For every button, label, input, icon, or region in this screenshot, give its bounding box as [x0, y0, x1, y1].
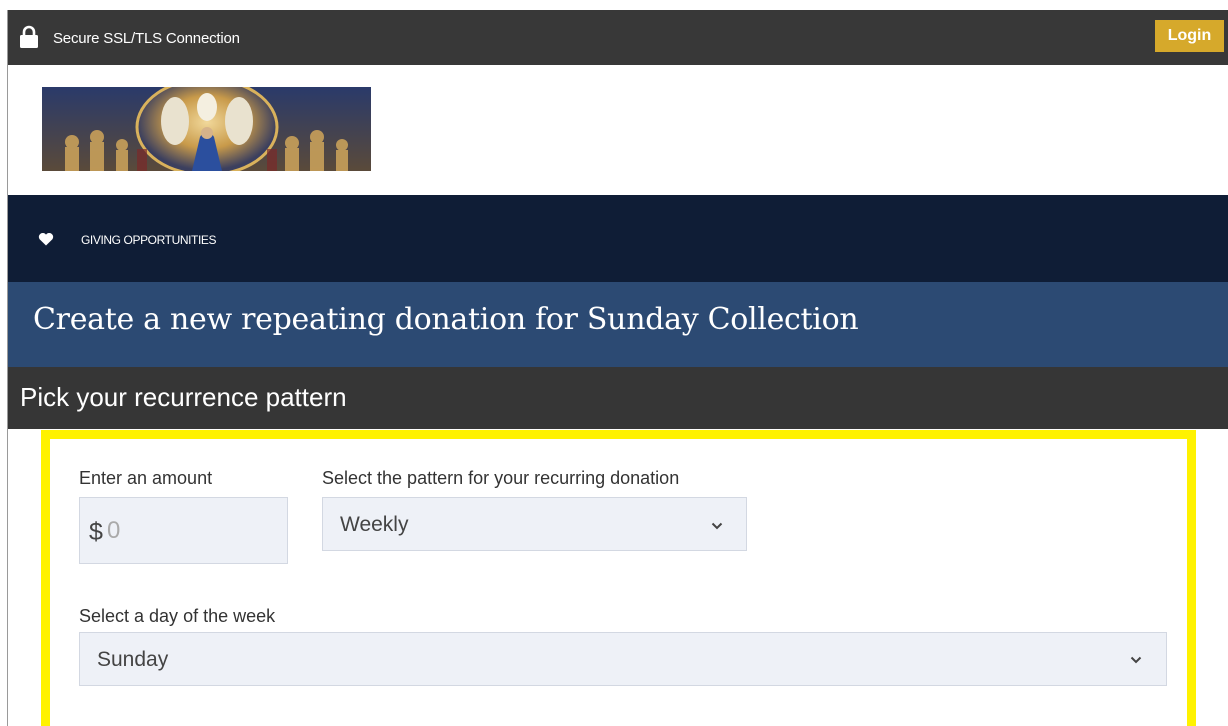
chevron-down-icon [1130, 656, 1142, 664]
currency-symbol: $ [89, 518, 103, 546]
lock-icon [20, 25, 38, 48]
church-mural-banner [42, 87, 371, 171]
nav-item-giving-opportunities[interactable]: GIVING OPPORTUNITIES [81, 233, 217, 247]
section-heading-band: Pick your recurrence pattern [8, 367, 1228, 429]
day-of-week-select[interactable]: Sunday [79, 632, 1167, 686]
login-button[interactable]: Login [1155, 20, 1224, 52]
chevron-down-icon [711, 522, 723, 530]
pattern-select[interactable]: Weekly [322, 497, 747, 551]
banner-image [42, 87, 371, 171]
amount-label: Enter an amount [79, 468, 213, 488]
section-heading: Pick your recurrence pattern [20, 382, 347, 412]
day-select-value: Sunday [97, 648, 169, 671]
page-title: Create a new repeating donation for Sund… [33, 302, 859, 337]
pattern-select-value: Weekly [340, 513, 409, 536]
amount-input[interactable] [107, 516, 277, 546]
heart-icon [38, 232, 54, 246]
top-bar: Secure SSL/TLS Connection Login [8, 10, 1228, 65]
amount-field[interactable]: $ [79, 497, 288, 564]
page-frame: Secure SSL/TLS Connection Login GIVING O… [7, 10, 1228, 726]
day-label: Select a day of the week [79, 606, 276, 626]
navigation-bar: GIVING OPPORTUNITIES [8, 195, 1228, 282]
page-title-band: Create a new repeating donation for Sund… [8, 282, 1228, 367]
pattern-label: Select the pattern for your recurring do… [322, 468, 680, 488]
ssl-connection-text: Secure SSL/TLS Connection [53, 30, 240, 47]
